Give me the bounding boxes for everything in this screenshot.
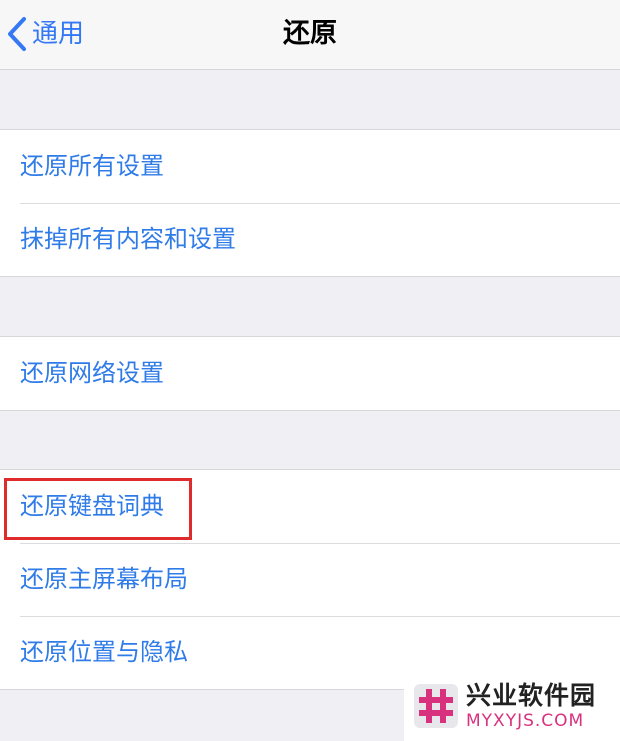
list-item-label: 抹掉所有内容和设置 xyxy=(20,225,236,253)
list-item-label: 还原所有设置 xyxy=(20,152,164,180)
settings-group-network: 还原网络设置 xyxy=(0,336,620,411)
watermark: 兴业软件园 MYXYJS.COM xyxy=(404,671,620,741)
watermark-name: 兴业软件园 xyxy=(466,681,597,710)
highlight-box xyxy=(4,478,192,540)
list-item-label: 还原网络设置 xyxy=(20,359,164,387)
settings-group-reset-all: 还原所有设置 抹掉所有内容和设置 xyxy=(0,129,620,277)
list-item-reset-network-settings[interactable]: 还原网络设置 xyxy=(0,337,620,410)
list-item-erase-all-content[interactable]: 抹掉所有内容和设置 xyxy=(0,203,620,276)
watermark-url: MYXYJS.COM xyxy=(466,711,585,731)
navigation-bar: 通用 还原 xyxy=(0,0,620,70)
list-item-label: 还原主屏幕布局 xyxy=(20,565,188,593)
list-item-label: 还原位置与隐私 xyxy=(20,638,188,666)
list-item-reset-home-screen-layout[interactable]: 还原主屏幕布局 xyxy=(0,543,620,616)
list-item-reset-all-settings[interactable]: 还原所有设置 xyxy=(0,130,620,203)
hash-logo-icon xyxy=(414,684,458,728)
page-title: 还原 xyxy=(283,18,337,49)
